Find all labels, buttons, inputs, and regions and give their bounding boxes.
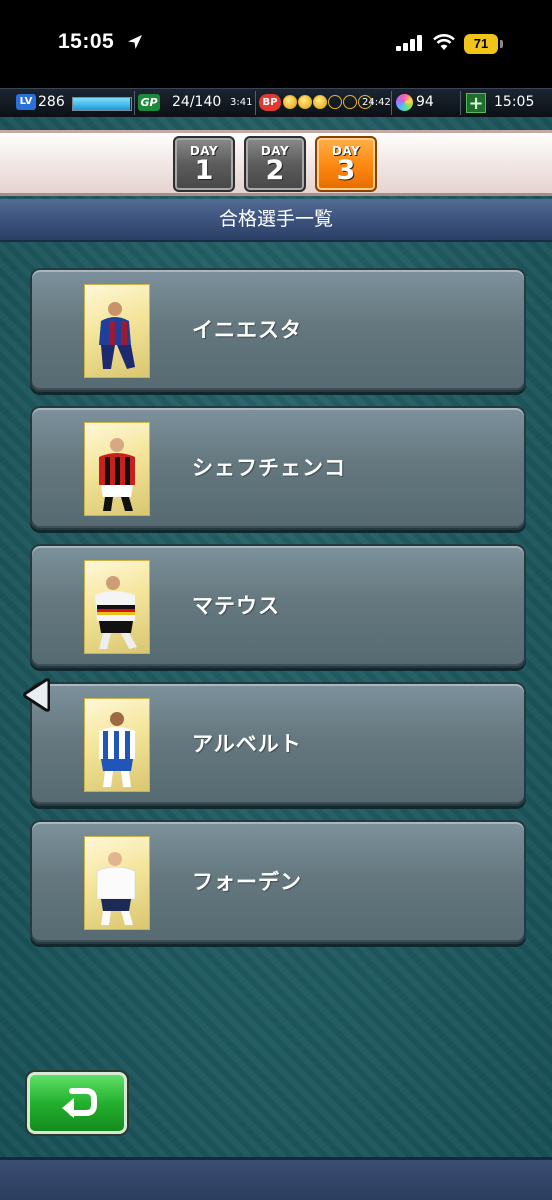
player-list-item[interactable]: シェフチェンコ bbox=[30, 406, 526, 530]
exp-bar bbox=[72, 97, 132, 111]
player-list-item[interactable]: フォーデン bbox=[30, 820, 526, 944]
return-arrow-icon bbox=[62, 1088, 97, 1118]
gp-value: 24/140 bbox=[172, 94, 222, 110]
day-tab-strip: DAY 1 DAY 2 DAY 3 bbox=[0, 130, 552, 196]
player-card-image bbox=[84, 560, 150, 654]
level-icon: LV bbox=[16, 94, 36, 110]
player-card-image bbox=[84, 284, 150, 378]
bp-dot-full bbox=[283, 95, 297, 109]
battery-indicator: 71 bbox=[464, 34, 498, 54]
gem-value: 94 bbox=[416, 94, 434, 110]
level-value: 286 bbox=[38, 94, 65, 110]
bp-timer: 24:42 bbox=[362, 97, 391, 108]
player-card-image bbox=[84, 836, 150, 930]
bottom-bar bbox=[0, 1157, 552, 1200]
bp-icon: BP bbox=[259, 94, 281, 111]
bp-dot-full bbox=[313, 95, 327, 109]
player-name: マテウス bbox=[192, 594, 280, 618]
add-gems-button[interactable]: + bbox=[466, 93, 486, 113]
game-screen: DAY 1 DAY 2 DAY 3 合格選手一覧 イニエスタ シェフチェンコ マ… bbox=[0, 117, 552, 1200]
game-hud: LV 286 GP 24/140 3:41 BP 24:42 94 + 15:0… bbox=[0, 88, 552, 118]
gp-icon: GP bbox=[138, 94, 160, 111]
bp-dot-full bbox=[298, 95, 312, 109]
player-card-image bbox=[84, 698, 150, 792]
cellular-signal-icon bbox=[396, 35, 422, 51]
player-name: シェフチェンコ bbox=[192, 456, 346, 480]
day-3-tab[interactable]: DAY 3 bbox=[315, 136, 377, 192]
location-arrow-icon bbox=[128, 35, 142, 49]
day-1-tab[interactable]: DAY 1 bbox=[173, 136, 235, 192]
bp-dot-empty bbox=[343, 95, 357, 109]
player-name: イニエスタ bbox=[192, 318, 302, 342]
ios-status-bar: 15:05 71 bbox=[0, 0, 552, 88]
day-2-tab[interactable]: DAY 2 bbox=[244, 136, 306, 192]
scroll-handle-arrow[interactable] bbox=[20, 677, 50, 713]
day-tab-number: 1 bbox=[194, 155, 214, 186]
bp-dot-empty bbox=[328, 95, 342, 109]
player-list-item[interactable]: アルベルト bbox=[30, 682, 526, 806]
player-list-item[interactable]: イニエスタ bbox=[30, 268, 526, 392]
player-name: フォーデン bbox=[192, 870, 302, 894]
player-list: イニエスタ シェフチェンコ マテウス アルベルト フォーデン bbox=[30, 268, 526, 958]
hud-clock: 15:05 bbox=[494, 94, 535, 110]
exp-bar-fill bbox=[73, 98, 130, 110]
gp-timer: 3:41 bbox=[230, 97, 253, 108]
back-button[interactable] bbox=[27, 1072, 127, 1134]
wifi-icon bbox=[433, 34, 455, 50]
player-list-item[interactable]: マテウス bbox=[30, 544, 526, 668]
page-title: 合格選手一覧 bbox=[0, 199, 552, 242]
battery-tip bbox=[500, 40, 503, 48]
gem-icon bbox=[396, 94, 413, 111]
player-card-image bbox=[84, 422, 150, 516]
day-tab-number: 3 bbox=[336, 155, 356, 186]
ios-time: 15:05 bbox=[58, 30, 115, 53]
bp-gauge bbox=[283, 95, 372, 109]
day-tab-number: 2 bbox=[265, 155, 285, 186]
player-name: アルベルト bbox=[192, 732, 302, 756]
